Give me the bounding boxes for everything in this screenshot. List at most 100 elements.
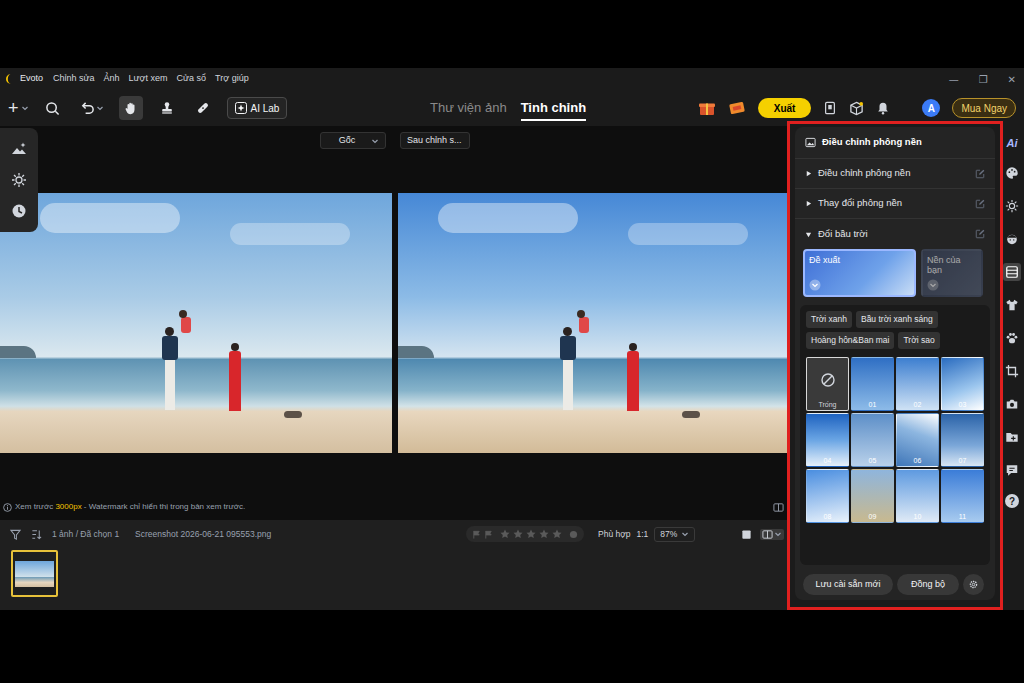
- sky-preset[interactable]: 05: [851, 413, 894, 467]
- sidebar-tool[interactable]: [1003, 395, 1021, 413]
- star-icon[interactable]: [500, 529, 510, 539]
- sky-preset[interactable]: 08: [806, 469, 849, 523]
- sidebar-tool[interactable]: [1003, 329, 1021, 347]
- sky-preset[interactable]: 01: [851, 357, 894, 411]
- view-tab[interactable]: Tinh chỉnh: [521, 95, 586, 122]
- sort-icon[interactable]: [31, 529, 42, 540]
- sky-tag[interactable]: Trời sao: [898, 332, 939, 349]
- split-view-icon[interactable]: [773, 502, 784, 513]
- sky-preset[interactable]: 09: [851, 469, 894, 523]
- menu-item[interactable]: Cửa sổ: [177, 72, 207, 86]
- sidebar-tool[interactable]: [1003, 296, 1021, 314]
- save-preset-button[interactable]: Lưu cài sẵn mới: [803, 574, 893, 595]
- face-icon: [1005, 232, 1019, 246]
- view-tab[interactable]: Thư viện ảnh: [430, 95, 507, 122]
- sky-preset[interactable]: 06: [896, 413, 939, 467]
- sidebar-tool[interactable]: [1003, 362, 1021, 380]
- history-icon[interactable]: [11, 203, 27, 219]
- sidebar-tool[interactable]: [1003, 428, 1021, 446]
- tool-button[interactable]: [41, 96, 65, 120]
- expand-icon[interactable]: [927, 279, 939, 291]
- sidebar-tool[interactable]: [1003, 164, 1021, 182]
- canvas[interactable]: GốcSau chỉnh s...Xem trước 3000px - Wate…: [0, 126, 790, 520]
- actual-size-button[interactable]: 1:1: [637, 528, 649, 541]
- star-icon[interactable]: [526, 529, 536, 539]
- sidebar-tool[interactable]: [1003, 197, 1021, 215]
- ai-lab-button[interactable]: AI Lab: [227, 97, 288, 119]
- sky-preset[interactable]: 10: [896, 469, 939, 523]
- gift-icon[interactable]: [698, 100, 716, 116]
- plugin-icon[interactable]: [849, 101, 864, 116]
- sky-preset[interactable]: 07: [941, 413, 984, 467]
- expand-icon[interactable]: [809, 279, 821, 291]
- tool-button[interactable]: [77, 96, 107, 120]
- section-header[interactable]: Điều chỉnh phông nền: [795, 159, 995, 189]
- before-dropdown[interactable]: Gốc: [320, 132, 386, 149]
- star-rating[interactable]: [500, 529, 562, 539]
- sidebar-tool[interactable]: [1003, 230, 1021, 248]
- menu-item[interactable]: Trợ giúp: [215, 72, 249, 86]
- thumbnail[interactable]: [11, 550, 58, 597]
- sky-preset[interactable]: Trống: [806, 357, 849, 411]
- window-control[interactable]: ❐: [979, 72, 988, 87]
- edit-icon[interactable]: [975, 169, 985, 179]
- sky-tag[interactable]: Bầu trời xanh sáng: [856, 311, 938, 328]
- compare-bar: Gốc Sau chỉnh s...: [0, 132, 790, 149]
- man-head: [165, 327, 174, 336]
- tool-button[interactable]: [119, 96, 143, 120]
- export-button[interactable]: Xuất: [758, 98, 812, 118]
- bell-icon[interactable]: [876, 101, 890, 115]
- menu-item[interactable]: Lượt xem: [129, 72, 168, 86]
- sky-tag[interactable]: Trời xanh: [806, 311, 852, 328]
- sky-tag[interactable]: Hoàng hôn&Ban mai: [806, 332, 894, 349]
- add-button[interactable]: +: [8, 99, 29, 117]
- palette-icon: [1005, 166, 1019, 180]
- color-label-icon[interactable]: [569, 530, 578, 539]
- sky-preset-label: Trống: [818, 401, 836, 408]
- edited-photo[interactable]: [398, 193, 790, 453]
- edit-icon[interactable]: [975, 229, 985, 239]
- single-view-icon[interactable]: [741, 529, 752, 540]
- window-control[interactable]: —: [949, 72, 959, 87]
- sky-preset[interactable]: 02: [896, 357, 939, 411]
- star-icon[interactable]: [552, 529, 562, 539]
- tool-button[interactable]: [155, 96, 179, 120]
- device-icon[interactable]: [823, 101, 837, 115]
- buy-button[interactable]: Mua Ngay: [952, 98, 1016, 118]
- original-photo[interactable]: [0, 193, 392, 453]
- dropdown-label: Gốc: [327, 134, 367, 148]
- star-icon[interactable]: [513, 529, 523, 539]
- menu-item[interactable]: Ảnh: [104, 72, 120, 86]
- compare-mode-button[interactable]: [760, 529, 784, 540]
- sky-preset[interactable]: 04: [806, 413, 849, 467]
- sidebar-tool[interactable]: [1003, 263, 1021, 281]
- child-head: [179, 310, 187, 318]
- gear-icon[interactable]: [963, 574, 984, 595]
- zoom-dropdown[interactable]: 87%: [654, 527, 695, 542]
- sky-preset[interactable]: 11: [941, 469, 984, 523]
- after-dropdown[interactable]: Sau chỉnh s...: [400, 132, 470, 149]
- sidebar-tool[interactable]: [1003, 461, 1021, 479]
- ai-lab-icon: [235, 102, 247, 114]
- fit-button[interactable]: Phù hợp: [598, 528, 631, 541]
- edit-icon[interactable]: [975, 199, 985, 209]
- effect-icon[interactable]: [11, 172, 27, 188]
- sky-source-tile[interactable]: Nền của bạn: [921, 249, 983, 297]
- scene-icon[interactable]: [11, 141, 27, 157]
- help-button[interactable]: ?: [1005, 494, 1019, 508]
- star-icon[interactable]: [539, 529, 549, 539]
- reject-flag-icon[interactable]: [484, 530, 493, 539]
- flag-icon[interactable]: [472, 530, 481, 539]
- filter-icon[interactable]: [10, 529, 21, 540]
- section-header[interactable]: Đổi bầu trời: [795, 219, 995, 249]
- coupon-icon[interactable]: [728, 100, 746, 116]
- tool-button[interactable]: [191, 96, 215, 120]
- sky-source-tile[interactable]: Đề xuất: [803, 249, 916, 297]
- avatar[interactable]: A: [922, 99, 940, 117]
- section-header[interactable]: Thay đổi phông nền: [795, 189, 995, 219]
- window-control[interactable]: ✕: [1008, 72, 1016, 87]
- sky-preset[interactable]: 03: [941, 357, 984, 411]
- menu-item[interactable]: Chỉnh sửa: [53, 72, 95, 86]
- ai-tool[interactable]: Ai: [1007, 138, 1018, 149]
- sync-button[interactable]: Đồng bộ: [897, 574, 959, 595]
